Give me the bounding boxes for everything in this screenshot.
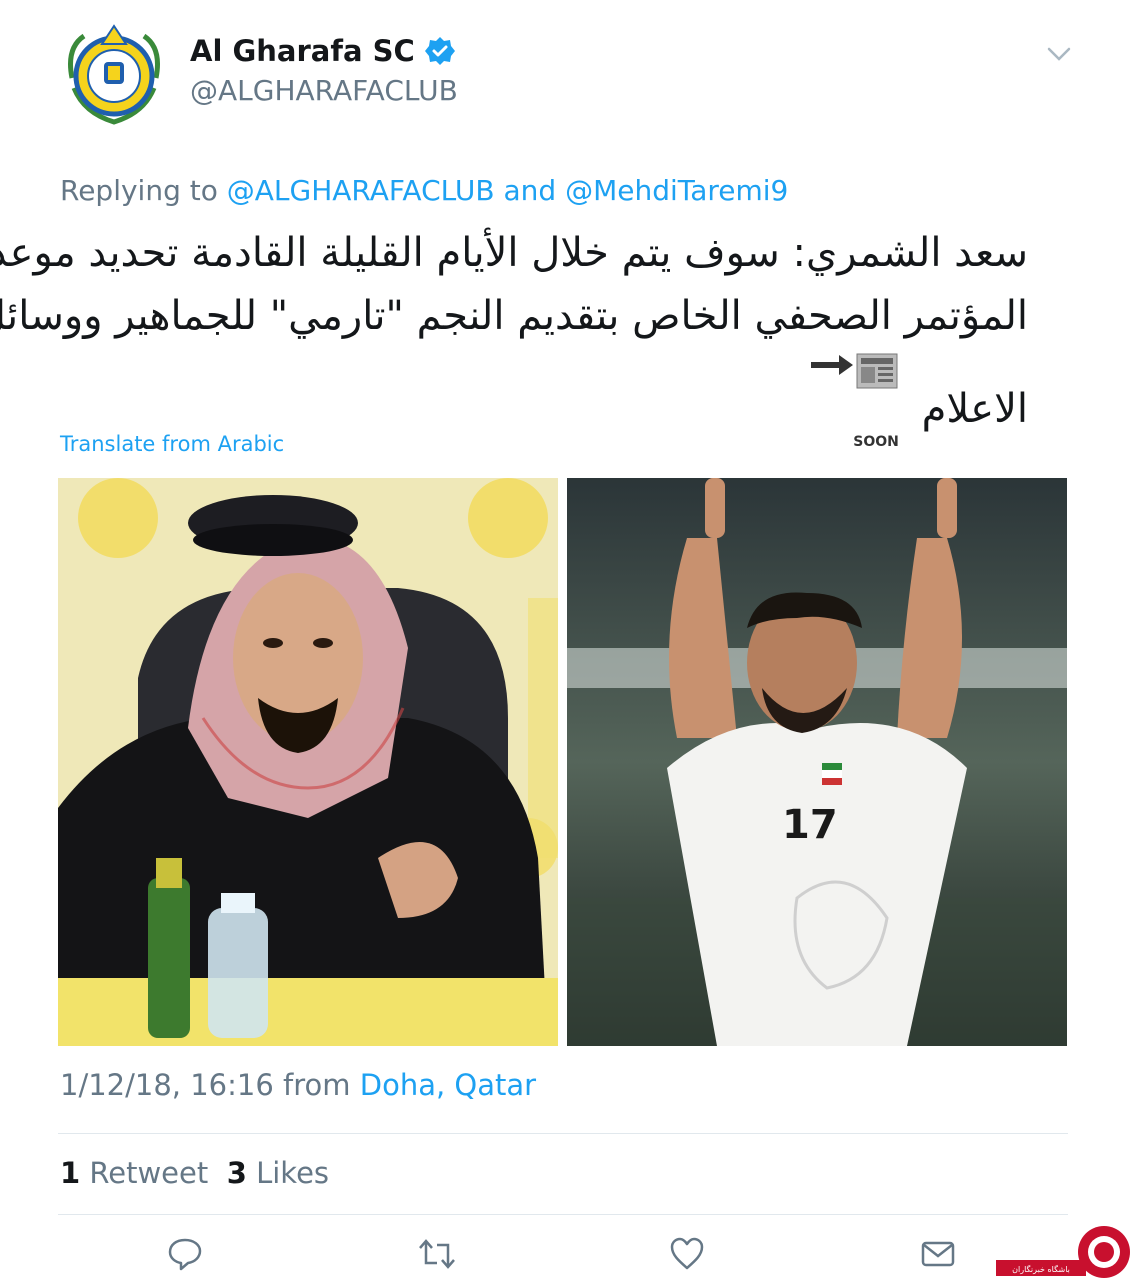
replying-to: Replying to @ALGHARAFACLUB and @MehdiTar… [60,174,788,207]
account-name-row[interactable]: Al Gharafa SC [190,34,455,68]
club-logo-avatar[interactable] [64,18,164,126]
tweet-line-2: المؤتمر الصحفي الخاص بتقديم النجم "تارمي… [0,293,1028,339]
tweet-meta: 1/12/18, 16:16 from Doha, Qatar [60,1068,536,1102]
reply-conjunction: and [503,174,557,207]
verified-icon [424,36,455,66]
translate-link[interactable]: Translate from Arabic [60,432,284,456]
meta-from: from [283,1068,351,1102]
chevron-down-icon[interactable] [1046,44,1072,64]
likes-stat[interactable]: 3 Likes [227,1156,329,1190]
reply-user-link[interactable]: @ALGHARAFACLUB [227,174,495,207]
soon-emoji: SOON [809,348,899,474]
retweet-icon[interactable] [417,1236,455,1272]
retweet-label: Retweet [89,1156,209,1190]
reply-icon[interactable] [167,1236,203,1272]
tweet-location[interactable]: Doha, Qatar [360,1068,536,1102]
watermark-label: باشگاه خبرنگاران [1012,1264,1070,1274]
tweet-line-1: سعد الشمري: سوف يتم خلال الأيام القليلة … [0,230,1028,276]
message-icon[interactable] [920,1236,956,1272]
likes-label: Likes [256,1156,330,1190]
account-name[interactable]: Al Gharafa SC [190,34,415,68]
tweet-photo-player[interactable]: 17 [567,478,1067,1046]
tweet-stats: 1 Retweet 3 Likes [60,1156,329,1190]
divider [58,1133,1068,1134]
soon-label: SOON [853,434,899,450]
likes-count: 3 [226,1156,247,1190]
retweet-count: 1 [60,1156,81,1190]
news-agency-watermark: باشگاه خبرنگاران [996,1222,1132,1280]
tweet-datetime[interactable]: 1/12/18, 16:16 [60,1068,274,1102]
reply-user-link-2[interactable]: @MehdiTaremi9 [565,174,788,207]
tweet-photo-official[interactable] [58,478,558,1046]
tweet-line-3-text: الاعلام [921,386,1028,432]
retweet-stat[interactable]: 1 Retweet [60,1156,208,1190]
svg-text:17: 17 [782,802,838,848]
reply-prefix: Replying to [60,174,218,207]
account-handle[interactable]: @ALGHARAFACLUB [190,74,458,107]
like-icon[interactable] [669,1236,705,1272]
divider [58,1214,1068,1215]
